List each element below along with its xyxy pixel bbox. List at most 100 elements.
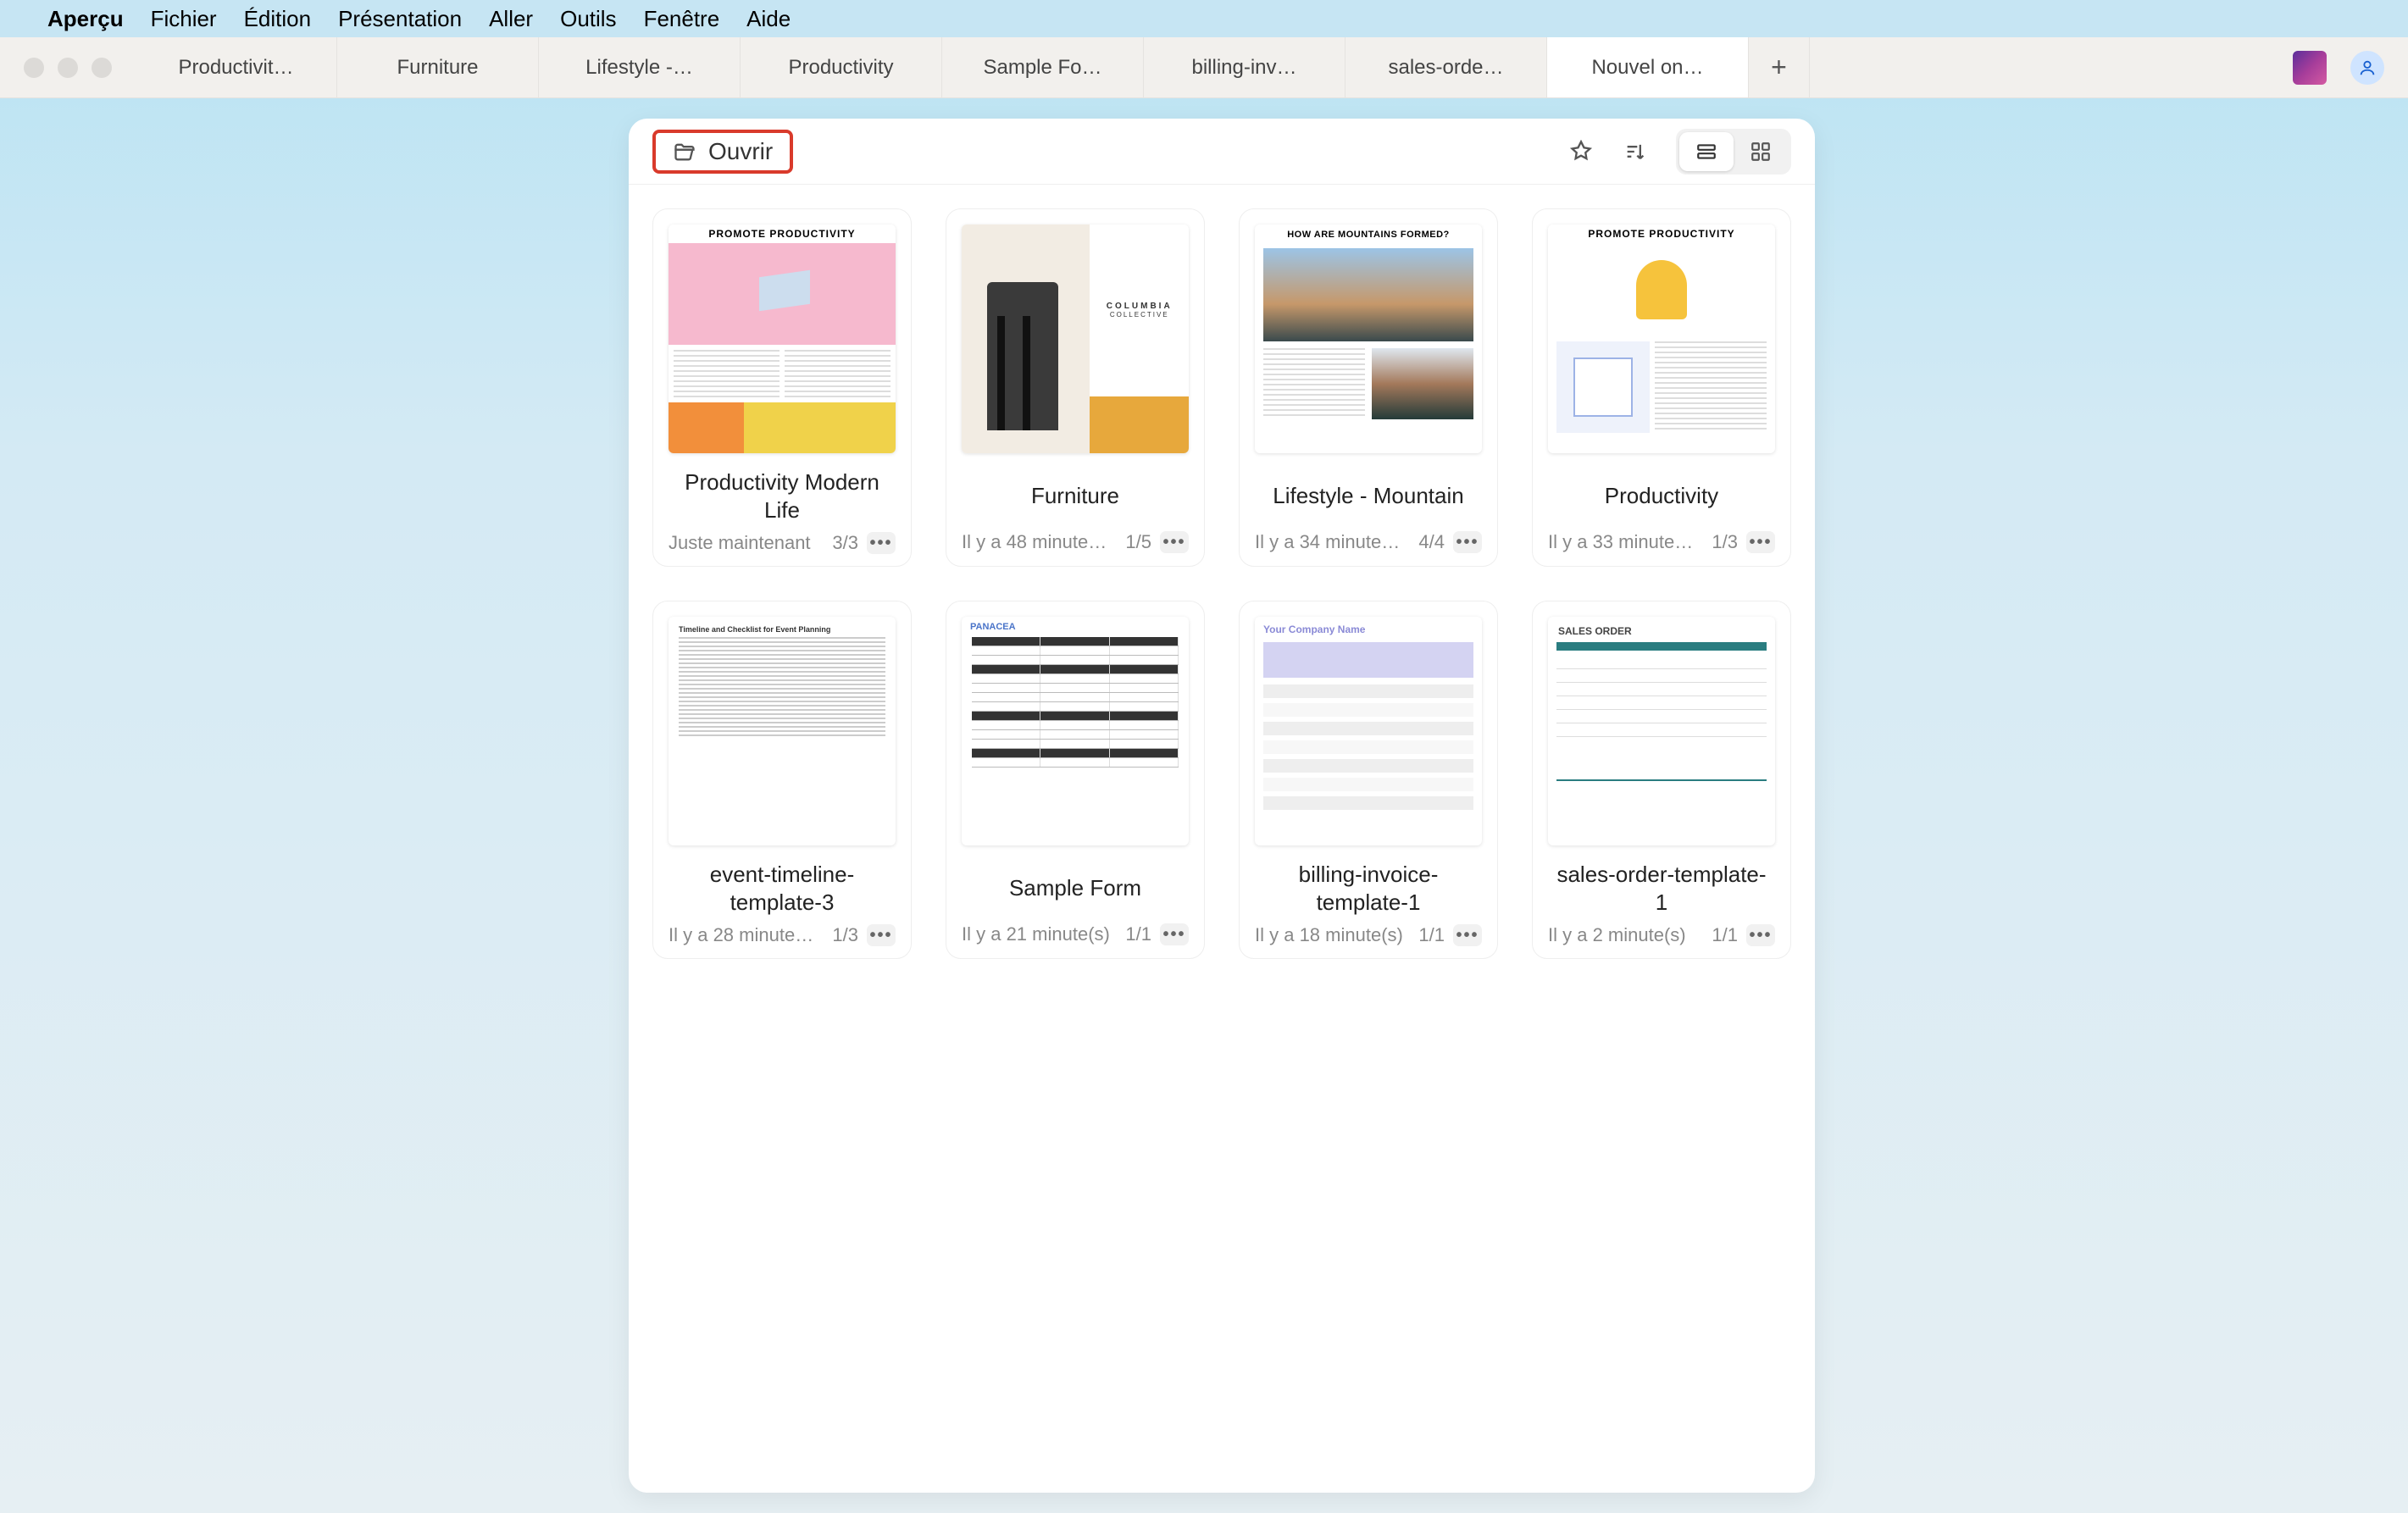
window-tabstrip: Productivit… Furniture Lifestyle -… Prod… (0, 37, 2408, 98)
tab-6[interactable]: sales-orde… (1345, 37, 1547, 97)
document-card[interactable]: Your Company Name billing-invoice-templa… (1239, 601, 1498, 959)
documents-grid: PROMOTE PRODUCTIVITY Productivity Modern… (629, 185, 1815, 983)
thumb-banner: PROMOTE PRODUCTIVITY (1548, 224, 1775, 243)
document-more-button[interactable]: ••• (1746, 531, 1775, 553)
document-thumbnail: Timeline and Checklist for Event Plannin… (669, 617, 896, 845)
document-card[interactable]: PANACEA (946, 601, 1205, 959)
menu-tools[interactable]: Outils (560, 6, 616, 32)
recent-documents-panel: Ouvrir (629, 119, 1815, 1493)
mac-menubar: Aperçu Fichier Édition Présentation Alle… (0, 0, 2408, 37)
document-more-button[interactable]: ••• (1453, 531, 1482, 553)
document-meta: Il y a 21 minute(s) 1/1 ••• (962, 923, 1189, 945)
window-right-controls (2269, 37, 2408, 97)
document-more-button[interactable]: ••• (1160, 923, 1189, 945)
document-title: Productivity Modern Life (669, 468, 896, 524)
document-meta: Il y a 34 minute… 4/4 ••• (1255, 531, 1482, 553)
view-list-button[interactable] (1679, 132, 1734, 171)
tab-3[interactable]: Productivity (741, 37, 942, 97)
document-pages: 4/4 (1418, 531, 1445, 553)
document-thumbnail: PANACEA (962, 617, 1189, 845)
document-meta: Il y a 28 minute… 1/3 ••• (669, 924, 896, 946)
document-card[interactable]: PROMOTE PRODUCTIVITY Productivity Modern… (652, 208, 912, 567)
document-time: Il y a 21 minute(s) (962, 923, 1117, 945)
document-pages: 1/3 (1712, 531, 1738, 553)
document-pages: 3/3 (832, 532, 858, 554)
document-thumbnail: PROMOTE PRODUCTIVITY (1548, 224, 1775, 453)
document-time: Juste maintenant (669, 532, 824, 554)
app-menu[interactable]: Aperçu (47, 6, 124, 32)
document-time: Il y a 2 minute(s) (1548, 924, 1703, 946)
open-button[interactable]: Ouvrir (652, 130, 793, 174)
window-traffic-lights (0, 37, 136, 97)
menu-file[interactable]: Fichier (151, 6, 217, 32)
thumb-banner: SALES ORDER (1548, 617, 1775, 639)
document-time: Il y a 28 minute… (669, 924, 824, 946)
document-meta: Il y a 2 minute(s) 1/1 ••• (1548, 924, 1775, 946)
document-meta: Il y a 33 minute… 1/3 ••• (1548, 531, 1775, 553)
close-window-button[interactable] (24, 58, 44, 78)
tabs: Productivit… Furniture Lifestyle -… Prod… (136, 37, 1749, 97)
zoom-window-button[interactable] (92, 58, 112, 78)
document-pages: 1/1 (1712, 924, 1738, 946)
menu-help[interactable]: Aide (746, 6, 791, 32)
document-time: Il y a 33 minute… (1548, 531, 1703, 553)
document-thumbnail: PROMOTE PRODUCTIVITY (669, 224, 896, 453)
thumb-banner: Your Company Name (1255, 617, 1482, 642)
document-meta: Juste maintenant 3/3 ••• (669, 532, 896, 554)
panel-toolbar-actions (1557, 129, 1791, 175)
tab-5[interactable]: billing-inv… (1144, 37, 1345, 97)
thumb-banner: Timeline and Checklist for Event Plannin… (679, 625, 885, 634)
document-more-button[interactable]: ••• (1746, 924, 1775, 946)
thumb-banner: HOW ARE MOUNTAINS FORMED? (1255, 224, 1482, 248)
document-thumbnail: Your Company Name (1255, 617, 1482, 845)
document-more-button[interactable]: ••• (1160, 531, 1189, 553)
document-card[interactable]: COLUMBIACOLLECTIVE Furniture Il y a 48 m… (946, 208, 1205, 567)
document-card[interactable]: Timeline and Checklist for Event Plannin… (652, 601, 912, 959)
list-view-icon (1694, 141, 1719, 163)
document-thumbnail: HOW ARE MOUNTAINS FORMED? (1255, 224, 1482, 453)
document-title: event-timeline-template-3 (669, 861, 896, 916)
menu-window[interactable]: Fenêtre (644, 6, 720, 32)
tab-2[interactable]: Lifestyle -… (539, 37, 741, 97)
document-title: billing-invoice-template-1 (1255, 861, 1482, 916)
document-time: Il y a 48 minute… (962, 531, 1117, 553)
document-card[interactable]: SALES ORDER sales-order-template-1 Il y … (1532, 601, 1791, 959)
folder-open-icon (673, 140, 696, 163)
document-title: Sample Form (962, 861, 1189, 915)
pin-icon (1569, 140, 1593, 163)
menu-edit[interactable]: Édition (244, 6, 312, 32)
document-more-button[interactable]: ••• (1453, 924, 1482, 946)
app-extension-icon[interactable] (2293, 51, 2327, 85)
minimize-window-button[interactable] (58, 58, 78, 78)
document-card[interactable]: PROMOTE PRODUCTIVITY Productivity Il y a… (1532, 208, 1791, 567)
document-more-button[interactable]: ••• (867, 924, 896, 946)
document-thumbnail: COLUMBIACOLLECTIVE (962, 224, 1189, 453)
thumb-banner: PROMOTE PRODUCTIVITY (669, 224, 896, 243)
user-avatar[interactable] (2350, 51, 2384, 85)
tab-0[interactable]: Productivit… (136, 37, 337, 97)
tab-7[interactable]: Nouvel on… (1547, 37, 1749, 97)
document-card[interactable]: HOW ARE MOUNTAINS FORMED? Lifestyle - Mo… (1239, 208, 1498, 567)
menu-presentation[interactable]: Présentation (338, 6, 462, 32)
view-toggle (1676, 129, 1791, 175)
menu-go[interactable]: Aller (489, 6, 533, 32)
document-meta: Il y a 18 minute(s) 1/1 ••• (1255, 924, 1482, 946)
tab-4[interactable]: Sample Fo… (942, 37, 1144, 97)
document-title: Lifestyle - Mountain (1255, 468, 1482, 523)
open-button-label: Ouvrir (708, 138, 773, 165)
document-pages: 1/3 (832, 924, 858, 946)
document-time: Il y a 18 minute(s) (1255, 924, 1410, 946)
grid-view-icon (1748, 141, 1773, 163)
tab-1[interactable]: Furniture (337, 37, 539, 97)
document-pages: 1/5 (1125, 531, 1151, 553)
document-pages: 1/1 (1125, 923, 1151, 945)
document-thumbnail: SALES ORDER (1548, 617, 1775, 845)
pin-button[interactable] (1557, 132, 1605, 171)
sort-button[interactable] (1612, 132, 1659, 171)
sort-icon (1623, 140, 1647, 163)
new-tab-button[interactable]: + (1749, 37, 1810, 97)
thumb-banner: PANACEA (962, 617, 1189, 637)
document-more-button[interactable]: ••• (867, 532, 896, 554)
view-grid-button[interactable] (1734, 132, 1788, 171)
document-title: Productivity (1548, 468, 1775, 523)
